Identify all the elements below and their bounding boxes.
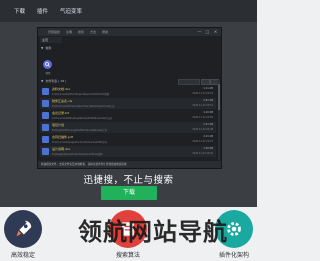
app-window-screenshot: 安照插搜 注明 搜索 方法 帮助 — □ ✕ 主页 ▼ 常用 搜索 ▼ 文件列表… bbox=[37, 27, 222, 169]
file-name: 资料文档.doc bbox=[52, 87, 71, 91]
feature-label: 插件化架构 bbox=[218, 252, 249, 259]
nav-item-download[interactable]: 下载 bbox=[14, 7, 25, 15]
file-size: 1.21 KB bbox=[203, 123, 213, 126]
list-item[interactable]: 合同扫描件.pdf D:\Documents\Legal\Contracts\S… bbox=[40, 134, 216, 145]
file-size: 1.21 KB bbox=[203, 87, 213, 90]
list-item[interactable]: 项目计划 D:\Projects\Planning\Drafts\Interna… bbox=[40, 122, 216, 133]
file-date: 2020-11-23 09:45 bbox=[192, 152, 213, 155]
file-date: 2020-11-23 09:50 bbox=[192, 116, 213, 119]
file-date: 2020-11-23 09:52 bbox=[192, 92, 213, 95]
list-filter-input[interactable] bbox=[178, 79, 200, 85]
file-icon bbox=[42, 112, 49, 119]
menu-item[interactable]: 帮助 bbox=[102, 30, 108, 34]
maximize-icon[interactable]: □ bbox=[205, 29, 210, 34]
status-bar: 快速搜索文件，支持文件名及内容检索，多种过滤条件让查找更加便捷高效 bbox=[38, 161, 221, 168]
menu-item[interactable]: 注明 bbox=[66, 30, 72, 34]
file-icon bbox=[42, 100, 49, 107]
file-path: D:\Documents\Finance\Summary\Monthly\Arc… bbox=[52, 105, 115, 108]
file-path: D:\Design\Specs\Product\Version2\Final\说… bbox=[52, 153, 103, 156]
file-date: 2020-11-23 09:48 bbox=[192, 128, 213, 131]
list-item[interactable]: 设计说明.doc D:\Design\Specs\Product\Version… bbox=[40, 146, 216, 157]
file-icon bbox=[42, 148, 49, 155]
file-date: 2020-11-23 09:47 bbox=[192, 140, 213, 143]
file-name: 合同扫描件.pdf bbox=[52, 135, 73, 139]
file-date: 2020-11-23 09:51 bbox=[192, 104, 213, 107]
list-item[interactable]: 资料文档.doc D:\Documents\Work\Project\Repor… bbox=[40, 86, 216, 97]
file-path: D:\Documents\Meetings\Notes\2020\Novembe… bbox=[52, 117, 112, 120]
file-icon bbox=[42, 136, 49, 143]
file-size: 2.81 KB bbox=[203, 99, 213, 102]
file-list: 资料文档.doc D:\Documents\Work\Project\Repor… bbox=[40, 86, 216, 158]
menu-item[interactable]: 方法 bbox=[90, 30, 96, 34]
list-item[interactable]: 财务汇总表.xls D:\Documents\Finance\Summary\M… bbox=[40, 98, 216, 109]
file-icon bbox=[42, 88, 49, 95]
nav-item-third[interactable]: 气迫变率 bbox=[60, 7, 82, 15]
file-name: 财务汇总表.xls bbox=[52, 99, 73, 103]
chevron-down-icon: ▼ bbox=[41, 46, 44, 50]
pinned-search-tile[interactable] bbox=[43, 60, 52, 69]
close-icon[interactable]: ✕ bbox=[213, 29, 218, 34]
file-path: D:\Documents\Legal\Contracts\Scans\2020\… bbox=[52, 141, 107, 144]
file-name: 项目计划 bbox=[52, 123, 65, 127]
menu-item[interactable]: 搜索 bbox=[78, 30, 84, 34]
list-header-label: 文件列表 ( 18 ) bbox=[45, 79, 67, 83]
file-size: 1.20 KB bbox=[203, 111, 213, 114]
pinned-header-label: 常用 bbox=[45, 46, 52, 50]
file-size: 2.21 KB bbox=[203, 135, 213, 138]
chevron-down-icon: ▼ bbox=[41, 79, 44, 83]
file-path: D:\Projects\Planning\Drafts\Internal\Rev… bbox=[52, 129, 107, 132]
file-path: D:\Documents\Work\Project\Reports\2020\Q… bbox=[52, 93, 110, 96]
watermark-text: 领航网站导航 bbox=[78, 218, 228, 246]
file-name: 设计说明.doc bbox=[52, 147, 71, 151]
list-item[interactable]: 会议记录.txt D:\Documents\Meetings\Notes\202… bbox=[40, 110, 216, 121]
pinned-tile-label: 搜索 bbox=[45, 72, 51, 75]
file-size: 1.20 KB bbox=[203, 147, 213, 150]
scrollbar-thumb[interactable] bbox=[218, 84, 220, 110]
feature-label: 搜索算法 bbox=[115, 252, 140, 259]
hero-section: 安照插搜 注明 搜索 方法 帮助 — □ ✕ 主页 ▼ 常用 搜索 ▼ 文件列表… bbox=[0, 22, 257, 207]
window-titlebar: 安照插搜 注明 搜索 方法 帮助 — □ ✕ bbox=[38, 28, 221, 36]
menu-item[interactable]: 安照插搜 bbox=[48, 30, 60, 34]
pinned-section-header[interactable]: ▼ 常用 bbox=[41, 46, 51, 50]
feature-label: 高效稳定 bbox=[10, 252, 35, 259]
feature-stable: 高效稳定 bbox=[0, 210, 46, 259]
window-tab[interactable]: 主页 bbox=[40, 37, 62, 43]
list-section-header[interactable]: ▼ 文件列表 ( 18 ) bbox=[41, 79, 66, 83]
top-navigation: 下载 插件 气迫变率 bbox=[0, 0, 257, 22]
nav-item-plugins[interactable]: 插件 bbox=[37, 7, 48, 15]
view-toggle-button[interactable] bbox=[201, 79, 210, 85]
minimize-icon[interactable]: — bbox=[197, 29, 202, 34]
file-icon bbox=[42, 124, 49, 131]
rocket-icon bbox=[4, 210, 42, 248]
hero-tagline: 迅捷搜，不止与搜索 bbox=[83, 175, 174, 186]
list-scrollbar[interactable] bbox=[218, 80, 220, 160]
file-name: 会议记录.txt bbox=[52, 111, 70, 115]
window-controls: — □ ✕ bbox=[194, 29, 218, 34]
search-icon bbox=[45, 62, 50, 67]
download-button[interactable]: 下载 bbox=[101, 186, 157, 200]
